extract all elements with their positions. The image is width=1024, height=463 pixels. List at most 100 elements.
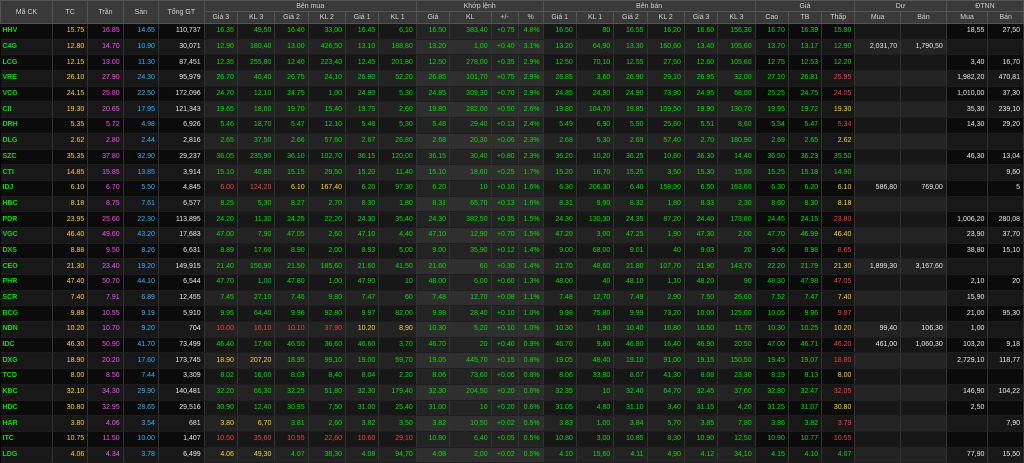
symbol-cell[interactable]: IDJ: [0, 180, 53, 197]
symbol-cell[interactable]: CTI: [0, 164, 53, 181]
table-row[interactable]: ITC 10.75 11.50 10.00 1,407 10.50 35,60 10.55 22…: [0, 431, 1024, 448]
table-row[interactable]: HDC 30.80 32.95 28.65 29,516 30.90 12,40 30.95 7…: [0, 400, 1024, 417]
table-row[interactable]: VRE 26.10 27.90 24.30 95,979 26.70 40,40 26.75 2…: [0, 70, 1024, 87]
table-cell: 47.80: [274, 274, 309, 291]
symbol-cell[interactable]: PDR: [0, 211, 53, 228]
symbol-cell[interactable]: PHR: [0, 274, 53, 291]
table-cell: 2,10: [946, 274, 989, 291]
symbol-cell[interactable]: LCG: [0, 54, 53, 72]
table-row[interactable]: CEO 21.30 23.40 19.20 149,915 21.40 156,90 21.5…: [0, 258, 1024, 275]
table-row[interactable]: IDC 46.30 50.90 41.70 73,499 46.40 17,60 46.50 3…: [0, 337, 1024, 354]
symbol-cell[interactable]: DRH: [0, 117, 53, 134]
table-row[interactable]: DXG 18.90 20.20 17.60 173,745 18.90 207,20 18.9…: [0, 352, 1024, 370]
table-row[interactable]: DRH 5.35 5.72 4.98 6,926 5.46 18,70 5.47 12,10 5.…: [0, 117, 1024, 134]
table-cell: 5,30: [378, 117, 417, 134]
table-row[interactable]: NDN 10.20 10.70 9.20 704 10.00 16,10 10.10 37,90…: [0, 321, 1024, 338]
table-row[interactable]: BCG 9.88 10.55 9.19 5,910 9.95 64,40 9.96 92,80 9…: [0, 305, 1024, 323]
symbol-cell[interactable]: HBC: [0, 196, 53, 213]
table-cell: 5,30: [237, 196, 276, 213]
symbol-cell[interactable]: DXG: [0, 352, 53, 370]
table-cell: [854, 415, 902, 432]
table-row[interactable]: VCG 24.15 25.80 22.50 172,096 24.70 12,10 24.75…: [0, 86, 1024, 103]
column-header[interactable]: Thấp: [821, 11, 856, 24]
table-cell: 26,80: [378, 133, 417, 150]
symbol-cell[interactable]: CEO: [0, 258, 53, 275]
column-header[interactable]: KL 3: [236, 11, 276, 24]
column-header[interactable]: Bán: [900, 11, 947, 24]
column-header[interactable]: Giá: [415, 11, 451, 24]
column-header[interactable]: Giá 3: [203, 11, 238, 24]
symbol-cell[interactable]: HDC: [0, 400, 53, 417]
symbol-cell[interactable]: HHV: [0, 23, 53, 40]
table-row[interactable]: LCG 12.15 13.00 11.30 87,451 12.35 255,80 12.40…: [0, 54, 1024, 72]
table-cell: 32.45: [684, 384, 719, 401]
symbol-cell[interactable]: VCG: [0, 86, 53, 103]
symbol-cell[interactable]: ITC: [0, 431, 53, 448]
group-header: Bên mua: [203, 0, 417, 12]
table-row[interactable]: C4G 12.80 14.70 10.90 30,071 12.90 180,40 13.00…: [0, 39, 1024, 56]
symbol-cell[interactable]: DLG: [0, 133, 53, 150]
table-cell: 3.82: [788, 415, 823, 432]
column-header[interactable]: +/-: [490, 11, 519, 24]
table-row[interactable]: PHR 47.40 50.70 44.10 6,544 47.70 1,00 47.80 1,0…: [0, 274, 1024, 291]
table-row[interactable]: LDG 4.06 4.34 3.78 6,499 4.06 49,30 4.07 38,30 4.…: [0, 447, 1024, 463]
column-header[interactable]: KL 2: [307, 11, 347, 24]
symbol-cell[interactable]: TCD: [0, 368, 53, 385]
table-cell: 6,10: [378, 23, 417, 40]
table-row[interactable]: DLG 2.62 2.80 2.44 2,816 2.65 37,50 2.66 57,60 2.…: [0, 133, 1024, 150]
table-cell: [900, 211, 947, 228]
column-header[interactable]: KL 2: [646, 11, 685, 24]
symbol-cell[interactable]: HAR: [0, 415, 53, 432]
table-cell: 8.06: [543, 368, 577, 385]
column-header[interactable]: KL 1: [378, 11, 417, 24]
table-row[interactable]: DXS 8.88 9.50 8.26 6,631 8.89 17,60 8.90 2,00 8.9…: [0, 243, 1024, 260]
column-header[interactable]: Giá 2: [274, 11, 309, 24]
table-row[interactable]: TCD 8.00 8.56 7.44 3,309 8.02 16,00 8.03 8,40 8.0…: [0, 368, 1024, 385]
table-cell: 2,90: [647, 290, 685, 307]
column-header[interactable]: Mua: [945, 11, 989, 24]
table-row[interactable]: SZC 35.35 37.80 32.90 29,237 36.05 235,90 36.10…: [0, 149, 1024, 166]
symbol-cell[interactable]: LDG: [0, 447, 53, 463]
column-header[interactable]: Giá 2: [613, 11, 648, 24]
table-cell: 37,30: [987, 86, 1024, 103]
symbol-cell[interactable]: VRE: [0, 70, 53, 87]
table-row[interactable]: HBC 8.18 8.75 7.61 6,577 8.25 5,30 8.27 2,70 8.30…: [0, 196, 1024, 213]
column-header[interactable]: Cao: [754, 11, 789, 24]
symbol-cell[interactable]: NDN: [0, 321, 53, 338]
column-header[interactable]: Mua: [854, 11, 902, 24]
symbol-cell[interactable]: IDC: [0, 337, 53, 354]
symbol-cell[interactable]: BCG: [0, 305, 53, 323]
symbol-cell[interactable]: C4G: [0, 39, 53, 56]
table-row[interactable]: CII 19.30 20.65 17.95 121,343 19.65 18,60 19.70…: [0, 101, 1024, 119]
table-cell: 118,77: [987, 352, 1024, 370]
symbol-cell[interactable]: CII: [0, 101, 53, 119]
symbol-cell[interactable]: SCR: [0, 290, 53, 307]
symbol-cell[interactable]: SZC: [0, 149, 53, 166]
column-header[interactable]: %: [517, 11, 544, 24]
table-row[interactable]: CTI 14.85 15.85 13.85 3,914 15.10 40,80 15.15 29…: [0, 164, 1024, 181]
table-row[interactable]: KBC 32.10 34.30 29.90 140,481 32.20 66,30 32.25…: [0, 384, 1024, 401]
column-header[interactable]: Giá 1: [345, 11, 380, 24]
table-cell: 24.30: [123, 70, 159, 87]
column-header[interactable]: TB: [787, 11, 823, 24]
table-row[interactable]: VGC 46.40 49.60 43.20 17,683 47.00 7,90 47.05 2,…: [0, 227, 1024, 244]
table-row[interactable]: HAR 3.80 4.06 3.54 681 3.80 6,70 3.81 2,60 3.82 3,…: [0, 415, 1024, 432]
symbol-cell[interactable]: KBC: [0, 384, 53, 401]
table-row[interactable]: IDJ 6.10 6.70 5.50 4,845 6.00 124,20 6.10 167,40…: [0, 180, 1024, 197]
column-header[interactable]: KL 3: [717, 11, 756, 24]
table-cell: 22.30: [123, 211, 159, 228]
symbol-cell[interactable]: DXS: [0, 243, 53, 260]
column-header[interactable]: KL: [449, 11, 492, 24]
table-row[interactable]: PDR 23.95 25.60 22.30 113,895 24.20 11,30 24.25…: [0, 211, 1024, 228]
table-cell: 10.90: [123, 39, 159, 56]
table-cell: 24.30: [345, 211, 380, 228]
symbol-cell[interactable]: VGC: [0, 227, 53, 244]
column-header[interactable]: KL 1: [575, 11, 615, 24]
column-header[interactable]: Giá 1: [542, 11, 577, 24]
table-row[interactable]: SCR 7.40 7.91 6.89 12,455 7.45 27,10 7.46 9,80 7.…: [0, 290, 1024, 307]
column-header[interactable]: Bán: [987, 11, 1024, 24]
table-row[interactable]: HHV 15.75 16.85 14.65 110,737 16.35 49,50 16.40…: [0, 23, 1024, 40]
table-cell: 17.95: [123, 101, 159, 119]
column-header[interactable]: Giá 3: [683, 11, 719, 24]
table-cell: 10.90: [755, 431, 789, 448]
